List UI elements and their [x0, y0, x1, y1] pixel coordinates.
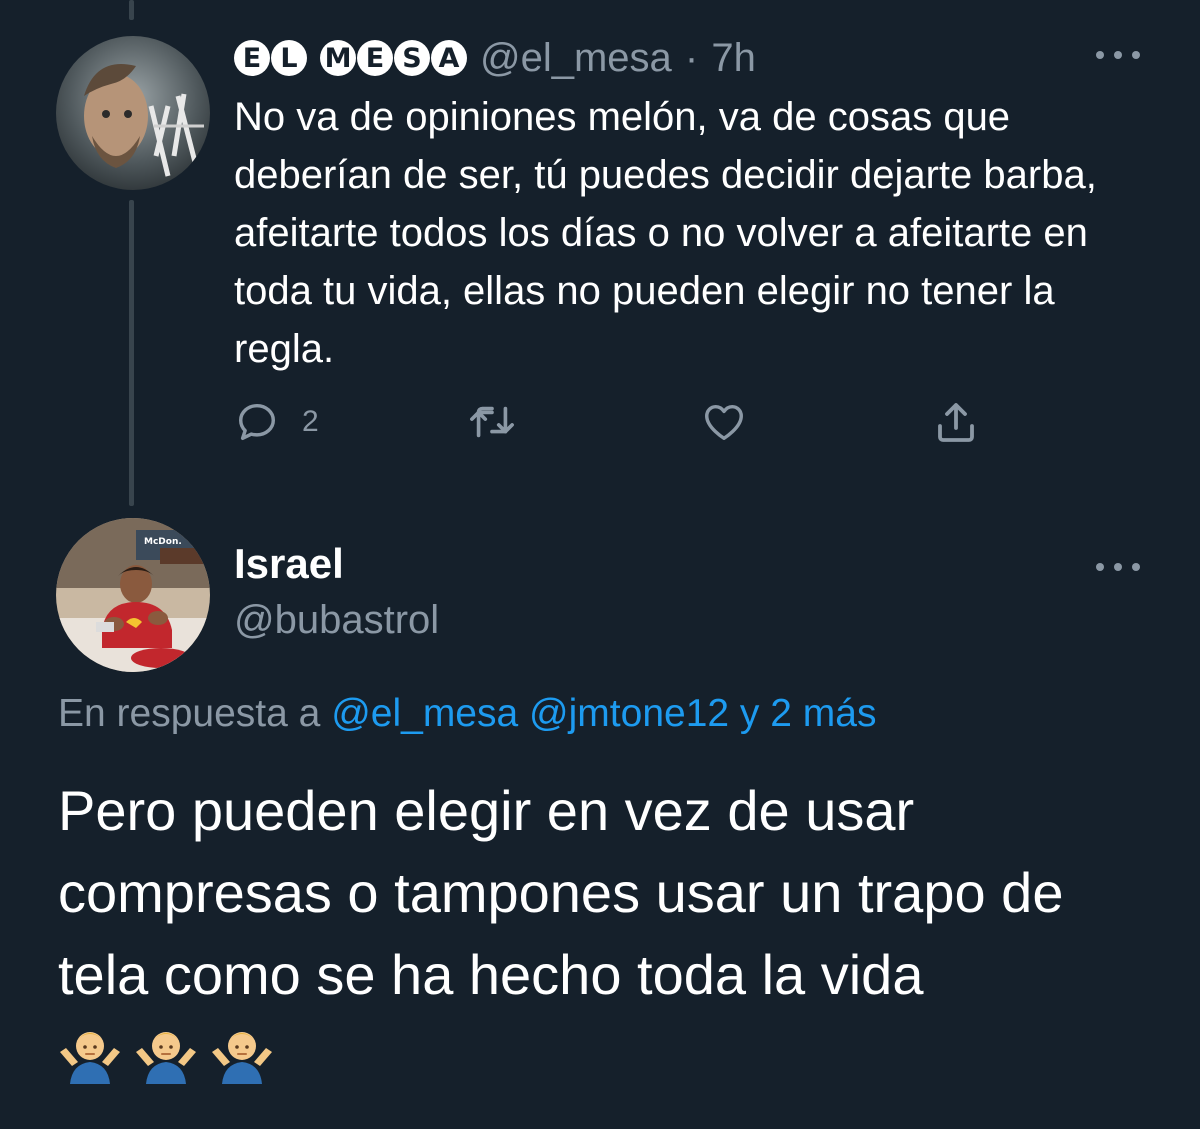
mention-el-mesa[interactable]: @el_mesa — [331, 692, 518, 735]
man-shrugging-icon — [212, 1032, 272, 1084]
like-button[interactable] — [700, 395, 748, 449]
reply-icon — [238, 403, 276, 441]
separator: · — [684, 35, 699, 80]
tweet2-text: Pero pueden elegir en vez de usar compre… — [58, 779, 1064, 1006]
tweet2-display-name[interactable]: Israel — [234, 540, 344, 588]
reply-prefix: En respuesta a — [58, 692, 321, 735]
reply-button[interactable]: 2 — [234, 395, 319, 449]
svg-text:McDon.: McDon. — [144, 537, 182, 547]
tweet1-header: E L M E S A @el_mesa · 7h — [234, 30, 756, 86]
reply-count: 2 — [302, 405, 319, 438]
display-name-el-mesa[interactable]: E L M E S A — [234, 40, 468, 76]
share-icon — [938, 403, 974, 442]
retweet-button[interactable] — [466, 395, 518, 449]
name-letter: A — [431, 40, 467, 76]
handle-text: @el_mesa — [480, 35, 672, 80]
tweet2-handle[interactable]: @bubastrol — [234, 598, 439, 643]
thread-line-top — [129, 0, 134, 20]
name-letter: S — [394, 40, 430, 76]
retweet-icon — [470, 406, 514, 438]
emoji-row — [58, 1022, 274, 1086]
avatar-el-mesa[interactable] — [56, 36, 210, 190]
avatar-bubastrol[interactable]: McDon. — [56, 518, 210, 672]
thread-line — [129, 200, 134, 506]
share-button[interactable] — [932, 395, 980, 449]
name-letter: E — [357, 40, 393, 76]
name-letter: E — [234, 40, 270, 76]
name-letter: M — [320, 40, 356, 76]
mention-more[interactable]: y 2 más — [740, 692, 877, 735]
mention-jmtone12[interactable]: @jmtone12 — [529, 692, 729, 735]
tweet1-handle[interactable]: @el_mesa · 7h — [480, 36, 756, 81]
name-letter: L — [271, 40, 307, 76]
more-icon[interactable] — [1096, 557, 1140, 577]
tweet1-action-bar: 2 — [234, 395, 994, 449]
reply-context: En respuesta a @el_mesa @jmtone12 y 2 má… — [58, 692, 876, 736]
man-shrugging-icon — [136, 1032, 196, 1084]
man-shrugging-icon — [60, 1032, 120, 1084]
tweet1-time[interactable]: 7h — [711, 36, 756, 80]
tweet1-text: No va de opiniones melón, va de cosas qu… — [234, 95, 1097, 371]
more-icon[interactable] — [1096, 45, 1140, 65]
like-icon — [705, 404, 743, 441]
